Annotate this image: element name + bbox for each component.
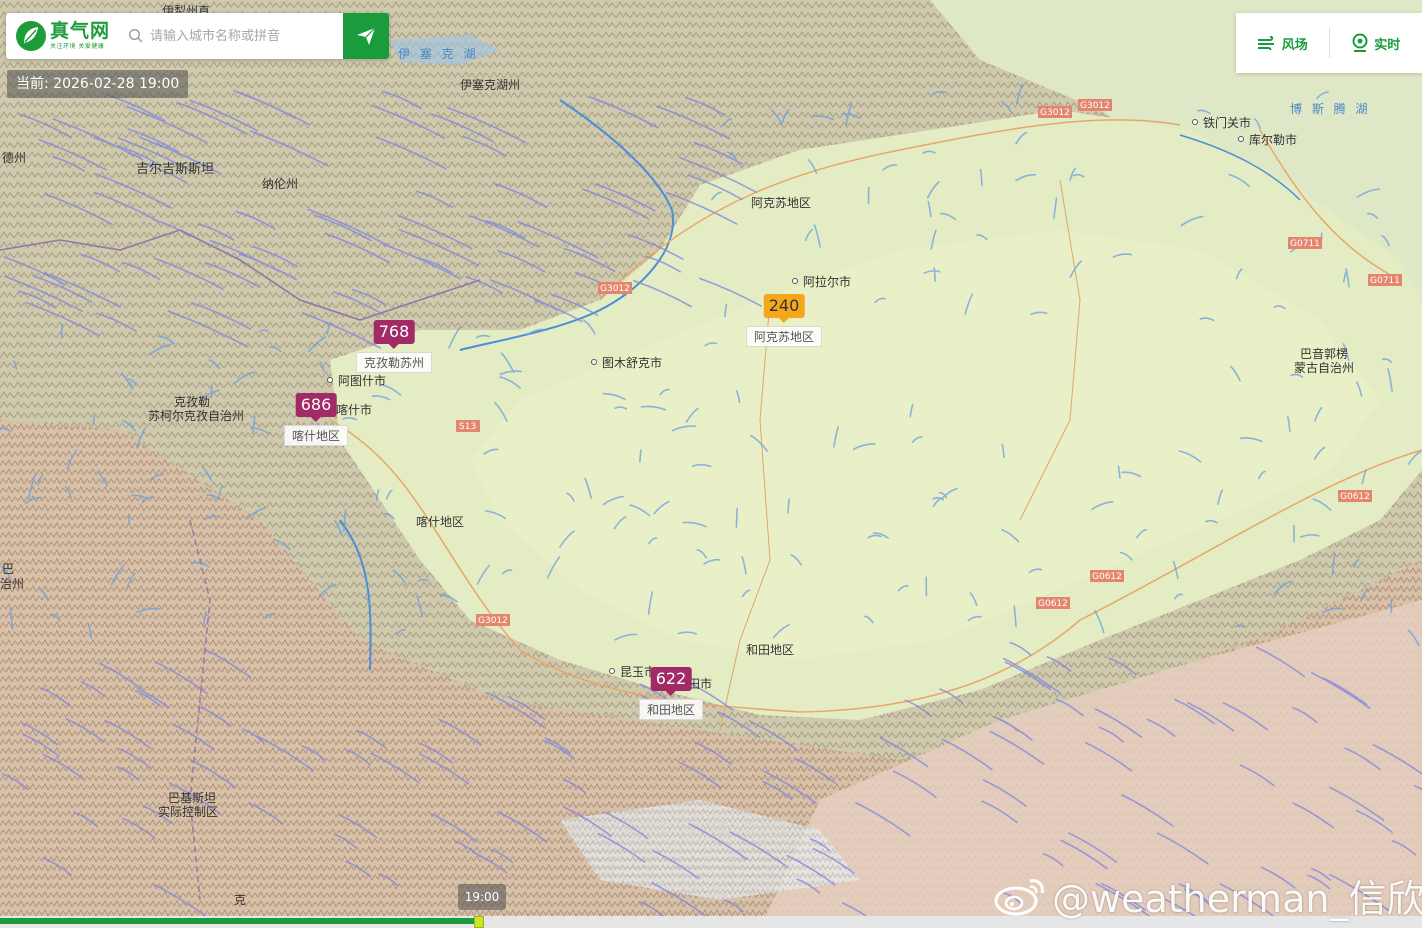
place-label: 苏柯尔克孜自治州 (148, 408, 244, 423)
city-search-input[interactable] (148, 20, 342, 52)
location-pin-icon (1352, 33, 1368, 52)
city-label: 库尔勒市 (1249, 132, 1297, 147)
aqi-marker[interactable]: 686 (295, 393, 337, 422)
place-label: 纳伦州 (262, 176, 298, 191)
leaf-logo-icon (16, 21, 46, 51)
wind-streak (639, 449, 642, 463)
place-label: 克孜勒 (174, 395, 210, 409)
timeline-tooltip: 19:00 (458, 884, 506, 910)
place-label: 阿克苏地区 (751, 196, 811, 210)
timeline-handle[interactable] (473, 916, 484, 928)
city-label: 阿拉尔市 (803, 274, 851, 289)
place-label: 巴 (2, 562, 14, 576)
place-label: 实际控制区 (158, 804, 218, 819)
lake-label: 博 斯 腾 湖 (1290, 101, 1370, 116)
city-label: 喀什市 (336, 402, 372, 417)
place-label: 治州 (0, 577, 24, 591)
send-icon (357, 27, 376, 45)
aqi-marker[interactable]: 768 (373, 320, 415, 349)
wind-streak (127, 515, 130, 525)
road-label: G0612 (1092, 572, 1122, 582)
map-canvas[interactable]: G3012 G3012 G3012 S13 G3012 G0711 G0711 … (0, 0, 1422, 928)
place-label: 和田地区 (746, 643, 794, 657)
place-label: 克 (234, 893, 246, 907)
road-label: G3012 (1080, 101, 1110, 111)
marker-region-label[interactable]: 喀什地区 (283, 425, 349, 446)
realtime-toggle-button[interactable]: 实时 (1330, 13, 1422, 73)
country-label: 吉尔吉斯斯坦 (136, 162, 214, 177)
brand-slogan: 关注环境 关爱健康 (50, 43, 105, 50)
wind-streak (60, 323, 63, 339)
search-icon (128, 28, 143, 43)
brand-logo[interactable]: 真气网 关注环境 关爱健康 (6, 13, 124, 59)
watermark-text: @weatherman_信欣 (1052, 877, 1422, 921)
weibo-watermark: @weatherman_信欣 (994, 868, 1422, 923)
wind-streak (735, 507, 739, 528)
road-label: G0711 (1290, 239, 1320, 249)
road-label: G3012 (600, 284, 630, 294)
marker-region-label[interactable]: 和田地区 (638, 699, 704, 720)
lake-label: 伊 塞 克 湖 (398, 46, 478, 61)
search-submit-button[interactable] (343, 13, 389, 59)
aqi-marker[interactable]: 622 (650, 667, 692, 696)
road-label: G0612 (1038, 599, 1068, 609)
place-label: 德州 (2, 150, 26, 165)
road-label: G3012 (478, 616, 508, 626)
road-label: S13 (459, 422, 476, 432)
place-label: 巴基斯坦 (168, 791, 216, 805)
current-time-badge: 当前: 2026-02-28 19:00 (7, 70, 189, 98)
road-label: G0612 (1340, 492, 1370, 502)
marker-region-label[interactable]: 克孜勒苏州 (355, 352, 433, 373)
wind-icon (1257, 36, 1274, 50)
timeline-progress (0, 918, 478, 924)
city-label: 图木舒克市 (602, 355, 662, 370)
place-label: 喀什地区 (416, 515, 464, 529)
road-label: G0711 (1370, 276, 1400, 286)
place-label: 蒙古自治州 (1294, 360, 1354, 375)
layer-controls: 风场 实时 (1236, 13, 1422, 73)
wind-streak (933, 267, 936, 282)
place-label: 巴音郭楞 (1300, 346, 1348, 361)
city-label: 阿图什市 (338, 373, 386, 388)
weibo-icon (994, 878, 1044, 915)
realtime-toggle-label: 实时 (1374, 37, 1401, 53)
city-label: 铁门关市 (1203, 115, 1251, 130)
road-label: G3012 (1040, 108, 1070, 118)
place-label: 伊塞克湖州 (460, 77, 520, 92)
search-bar: 真气网 关注环境 关爱健康 (6, 13, 389, 59)
wind-toggle-button[interactable]: 风场 (1236, 13, 1329, 73)
marker-region-label[interactable]: 阿克苏地区 (745, 326, 823, 347)
brand-name: 真气网 (50, 20, 111, 42)
aqi-marker[interactable]: 240 (763, 294, 805, 323)
wind-toggle-label: 风场 (1281, 37, 1308, 53)
